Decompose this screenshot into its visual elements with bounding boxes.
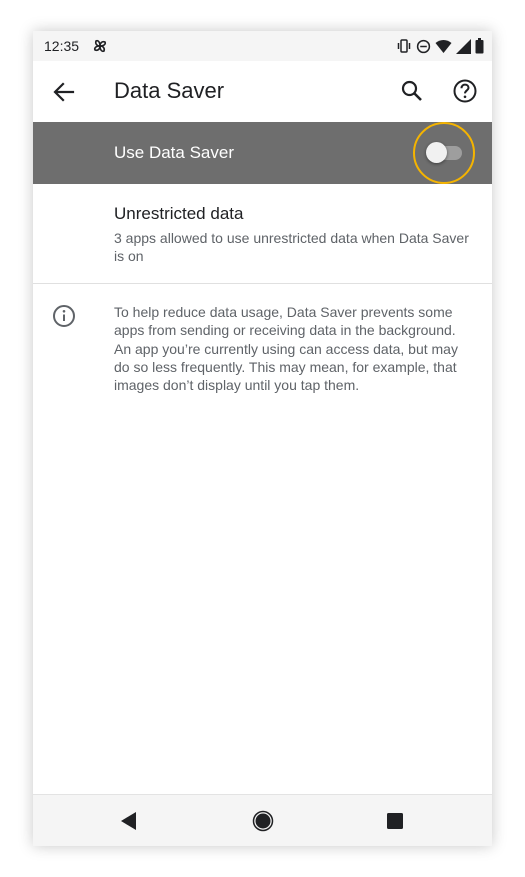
phone-screen: 12:35 Data Saver Use Data Saver Unrestri… (33, 31, 492, 846)
arrow-back-icon[interactable] (50, 78, 78, 106)
search-icon[interactable] (398, 77, 426, 105)
cellular-signal-icon (456, 38, 471, 54)
use-data-saver-label: Use Data Saver (114, 143, 234, 162)
data-saver-toggle[interactable] (413, 122, 475, 184)
nav-home-icon[interactable] (249, 807, 277, 835)
info-text: To help reduce data usage, Data Saver pr… (114, 304, 458, 394)
status-icons (396, 37, 484, 55)
use-data-saver-switch-row[interactable]: Use Data Saver (33, 122, 492, 184)
page-title: Data Saver (114, 78, 225, 103)
unrestricted-data-title: Unrestricted data (114, 204, 244, 223)
nav-recents-icon[interactable] (381, 807, 409, 835)
toggle-thumb (426, 142, 447, 163)
battery-icon (475, 38, 484, 54)
status-bar: 12:35 (33, 31, 492, 61)
status-time: 12:35 (44, 38, 80, 54)
nav-back-icon[interactable] (115, 807, 143, 835)
info-icon (53, 305, 75, 327)
pinwheel-notification-icon (93, 39, 107, 53)
unrestricted-data-summary: 3 apps allowed to use unrestricted data … (114, 230, 469, 264)
app-bar: Data Saver (33, 61, 492, 122)
wifi-icon (435, 39, 452, 53)
do-not-disturb-icon (416, 39, 431, 53)
unrestricted-data-item[interactable]: Unrestricted data 3 apps allowed to use … (33, 184, 492, 284)
info-footer: To help reduce data usage, Data Saver pr… (33, 284, 492, 434)
navigation-bar (33, 794, 492, 846)
vibrate-icon (397, 39, 411, 53)
help-icon[interactable] (451, 77, 479, 105)
